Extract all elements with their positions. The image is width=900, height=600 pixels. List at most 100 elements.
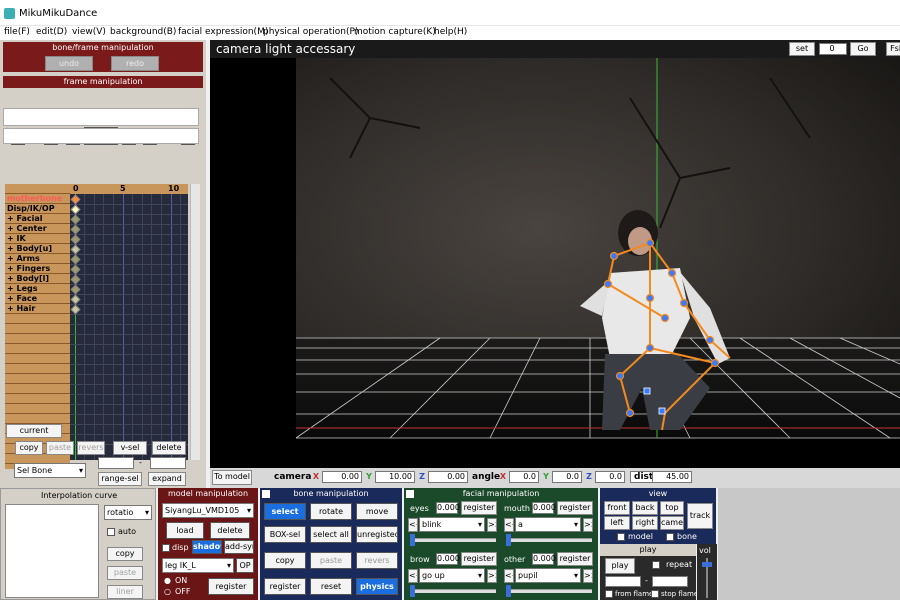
unregistered-button[interactable]: unregisted: [356, 526, 398, 543]
angle-x-field[interactable]: 0.0: [509, 471, 539, 483]
bone-copy-button[interactable]: copy: [264, 552, 306, 569]
mouth-slider-thumb[interactable]: [506, 534, 511, 546]
mouth-value[interactable]: 0.000: [532, 502, 556, 514]
3d-viewport[interactable]: [210, 58, 900, 468]
view-front-button[interactable]: front: [604, 501, 630, 515]
go-button[interactable]: Go: [850, 42, 876, 56]
off-radio[interactable]: ○: [164, 587, 171, 596]
view-bone-checkbox[interactable]: [666, 533, 674, 541]
view-camera-button[interactable]: camer: [660, 516, 684, 530]
interp-paste-button[interactable]: paste: [107, 566, 143, 580]
fs-button[interactable]: Fsh: [886, 42, 900, 56]
model-register-button[interactable]: register: [208, 578, 254, 595]
model-select[interactable]: SiyangLu_VMD105: [162, 503, 254, 518]
keyframe-marker[interactable]: [70, 264, 81, 275]
frame-copy-button[interactable]: copy: [15, 441, 43, 455]
physics-button[interactable]: physics: [356, 578, 398, 595]
view-left-button[interactable]: left: [604, 516, 630, 530]
ik-handle-left[interactable]: [643, 387, 651, 395]
other-next-button[interactable]: >>: [583, 569, 593, 583]
eyes-prev-button[interactable]: <<: [408, 518, 418, 532]
brow-register-button[interactable]: register: [461, 552, 497, 566]
interpolation-type-select[interactable]: rotatio: [104, 505, 152, 520]
brow-slider[interactable]: [410, 585, 496, 597]
range-end-field[interactable]: [150, 457, 186, 469]
box-sel-button[interactable]: BOX-sel: [264, 526, 306, 543]
bone-revers-button[interactable]: revers: [356, 552, 398, 569]
menu-facial-expression[interactable]: facial expression(M): [178, 27, 268, 37]
keyframe-marker[interactable]: [70, 214, 81, 225]
stop-flame-checkbox[interactable]: [651, 590, 659, 598]
view-back-button[interactable]: back: [632, 501, 658, 515]
set-button[interactable]: set: [789, 42, 815, 56]
keyframe-marker[interactable]: [70, 194, 81, 205]
collapse-icon[interactable]: [262, 490, 270, 498]
from-flame-checkbox[interactable]: [605, 590, 613, 598]
keyframe-marker[interactable]: [70, 294, 81, 305]
eyes-slider-thumb[interactable]: [410, 534, 415, 546]
current-button[interactable]: current: [6, 424, 62, 438]
eyes-next-button[interactable]: >>: [487, 518, 497, 532]
menu-view[interactable]: view(V): [72, 27, 106, 37]
other-slider-thumb[interactable]: [506, 585, 511, 597]
play-from-field[interactable]: [605, 576, 641, 587]
brow-select[interactable]: go up: [419, 568, 485, 583]
view-top-button[interactable]: top: [660, 501, 684, 515]
eyes-value[interactable]: 0.000: [436, 502, 460, 514]
view-track-button[interactable]: track: [687, 503, 713, 529]
joint-right-knee[interactable]: [710, 358, 720, 368]
rotate-button[interactable]: rotate: [310, 503, 352, 520]
bone-row-motherbone[interactable]: motherbone: [5, 194, 70, 204]
brow-next-button[interactable]: >>: [487, 569, 497, 583]
camera-x-field[interactable]: 0.00: [322, 471, 362, 483]
undo-button[interactable]: undo: [45, 56, 93, 71]
joint-right-shoulder[interactable]: [667, 268, 677, 278]
dist-field[interactable]: 45.00: [652, 471, 692, 483]
brow-slider-thumb[interactable]: [410, 585, 415, 597]
menu-physical-operation[interactable]: physical operation(P): [263, 27, 358, 37]
keyframe-marker[interactable]: [70, 254, 81, 265]
keyframe-timeline[interactable]: 0 5 10: [70, 184, 188, 460]
joint-spine[interactable]: [645, 293, 655, 303]
bone-row-ik[interactable]: + IK: [5, 234, 70, 244]
keyframe-marker[interactable]: [70, 274, 81, 285]
joint-left-knee[interactable]: [615, 371, 625, 381]
eyes-register-button[interactable]: register: [461, 501, 497, 515]
bone-row-legs[interactable]: + Legs: [5, 284, 70, 294]
menu-edit[interactable]: edit(D): [36, 27, 67, 37]
joint-right-elbow[interactable]: [705, 335, 715, 345]
bone-register-button[interactable]: register: [264, 578, 306, 595]
select-button[interactable]: select: [264, 503, 306, 520]
mouth-select[interactable]: a: [515, 517, 581, 532]
bone-row-arms[interactable]: + Arms: [5, 254, 70, 264]
keyframe-marker[interactable]: [70, 244, 81, 255]
add-syn-button[interactable]: add-syn: [224, 540, 254, 554]
frame-delete-button[interactable]: delete: [152, 441, 186, 455]
timeline-scrollbar[interactable]: [190, 184, 200, 460]
keyframe-marker[interactable]: [70, 224, 81, 235]
camera-frame-field[interactable]: 0: [819, 43, 847, 55]
joint-left-ankle[interactable]: [625, 408, 635, 418]
bone-select[interactable]: leg IK_L: [162, 558, 234, 573]
joint-left-hand[interactable]: [660, 313, 670, 323]
brow-prev-button[interactable]: <<: [408, 569, 418, 583]
play-button[interactable]: play: [605, 558, 635, 574]
menu-file[interactable]: file(F): [4, 27, 30, 37]
bone-row-fingers[interactable]: + Fingers: [5, 264, 70, 274]
camera-z-field[interactable]: 0.00: [428, 471, 468, 483]
joint-left-shoulder[interactable]: [609, 251, 619, 261]
other-register-button[interactable]: register: [557, 552, 593, 566]
model-delete-button[interactable]: delete: [210, 522, 250, 539]
menu-background[interactable]: background(B): [110, 27, 176, 37]
mouth-register-button[interactable]: register: [557, 501, 593, 515]
keyframe-marker[interactable]: [70, 204, 81, 215]
bone-reset-button[interactable]: reset: [310, 578, 352, 595]
bone-row-center[interactable]: + Center: [5, 224, 70, 234]
camera-y-field[interactable]: 10.00: [375, 471, 415, 483]
other-value[interactable]: 0.000: [532, 553, 556, 565]
keyframe-marker[interactable]: [70, 234, 81, 245]
joint-head[interactable]: [645, 238, 655, 248]
on-radio[interactable]: ●: [164, 576, 171, 585]
frame-paste-button[interactable]: paste: [46, 441, 74, 455]
other-select[interactable]: pupil: [515, 568, 581, 583]
